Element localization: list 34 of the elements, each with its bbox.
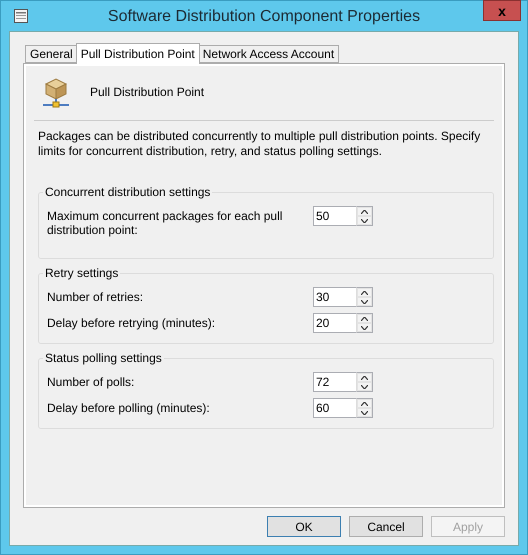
spin-down-button[interactable] bbox=[357, 382, 372, 391]
dialog-button[interactable]: OK bbox=[267, 516, 341, 537]
number-field[interactable]: 60 bbox=[313, 398, 356, 418]
page-heading: Pull Distribution Point bbox=[90, 85, 204, 99]
spin-down-button[interactable] bbox=[357, 297, 372, 306]
spin-up-button[interactable] bbox=[357, 373, 372, 382]
field-label: Delay before polling (minutes): bbox=[47, 400, 211, 415]
properties-icon bbox=[13, 8, 29, 24]
number-field[interactable]: 72 bbox=[313, 372, 356, 392]
group-title: Status polling settings bbox=[44, 351, 163, 365]
field-label: Maximum concurrent packages for each pull distribution point: bbox=[47, 208, 284, 237]
description-text: Packages can be distributed concurrently to multiple pull distribution points. Specify limits for concurrent distribution, retry, and status polling settings. bbox=[38, 129, 482, 159]
group-title: Concurrent distribution settings bbox=[44, 185, 212, 199]
spin-down-button[interactable] bbox=[357, 408, 372, 417]
package-network-icon bbox=[40, 76, 72, 108]
spin-up-button[interactable] bbox=[357, 288, 372, 297]
spin-up-button[interactable] bbox=[357, 207, 372, 216]
field-label: Delay before retrying (minutes): bbox=[47, 315, 216, 330]
tab[interactable]: Pull Distribution Point bbox=[76, 43, 200, 64]
dialog-button[interactable]: Cancel bbox=[349, 516, 423, 537]
spin-down-button[interactable] bbox=[357, 216, 372, 225]
spin-down-button[interactable] bbox=[357, 323, 372, 332]
field-label: Number of polls: bbox=[47, 374, 136, 389]
field-label: Number of retries: bbox=[47, 289, 144, 304]
window-title: Software Distribution Component Properties bbox=[108, 7, 420, 26]
tab[interactable]: General bbox=[25, 45, 78, 63]
number-field[interactable]: 50 bbox=[313, 206, 356, 226]
close-button[interactable]: x bbox=[483, 0, 521, 21]
spin-up-button[interactable] bbox=[357, 399, 372, 408]
group-title: Retry settings bbox=[44, 266, 120, 280]
number-field[interactable]: 20 bbox=[313, 313, 356, 333]
number-field[interactable]: 30 bbox=[313, 287, 356, 307]
spin-up-button[interactable] bbox=[357, 314, 372, 323]
tab[interactable]: Network Access Account bbox=[198, 45, 340, 63]
